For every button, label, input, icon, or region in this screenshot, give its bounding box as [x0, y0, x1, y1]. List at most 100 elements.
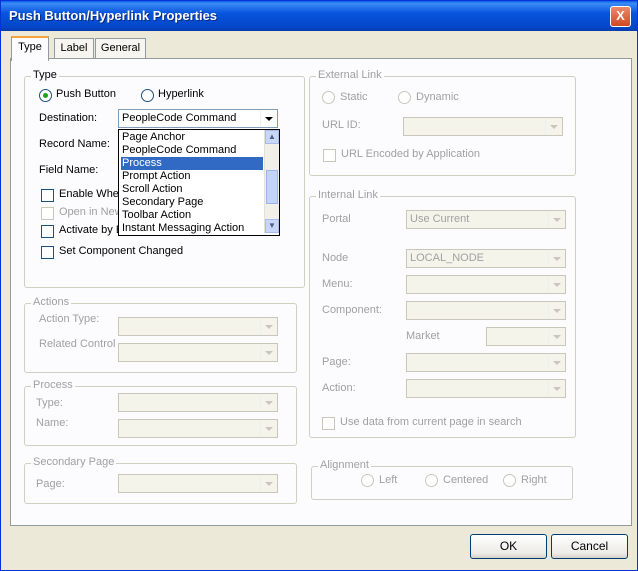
list-item-selected[interactable]: Process — [121, 157, 263, 170]
dropdown-arrow-icon — [545, 119, 561, 134]
title-bar[interactable]: Push Button/Hyperlink Properties X — [1, 1, 637, 31]
list-item[interactable]: Page Anchor — [121, 131, 263, 144]
dropdown-arrow-icon — [548, 355, 564, 370]
destination-dropdown[interactable]: PeopleCode Command — [118, 109, 278, 128]
activate-by-label: Activate by E — [59, 224, 124, 236]
static-radio — [322, 91, 335, 104]
action-label: Action: — [322, 382, 356, 394]
dropdown-arrow-icon — [548, 381, 564, 396]
process-type-label: Type: — [36, 397, 63, 409]
align-centered-label: Centered — [443, 474, 489, 486]
dynamic-label: Dynamic — [416, 91, 459, 103]
page-dropdown — [406, 353, 566, 372]
process-name-label: Name: — [36, 417, 69, 429]
internal-link-group-title: Internal Link — [316, 189, 380, 201]
market-dropdown — [486, 327, 566, 346]
component-label: Component: — [322, 304, 382, 316]
actions-group-title: Actions — [31, 296, 72, 308]
portal-label: Portal — [322, 213, 351, 225]
component-dropdown — [406, 301, 566, 320]
secondary-page-dropdown — [118, 474, 278, 493]
set-component-changed-checkbox[interactable] — [41, 246, 54, 259]
list-item[interactable]: Instant Messaging Action — [121, 222, 263, 235]
enable-when-checkbox[interactable] — [41, 189, 54, 202]
scroll-down-icon[interactable]: ▼ — [265, 219, 279, 233]
use-data-checkbox — [322, 417, 335, 430]
secondary-page-group-title: Secondary Page — [31, 456, 117, 468]
set-component-changed-label: Set Component Changed — [59, 245, 184, 257]
market-label: Market — [406, 330, 440, 342]
list-item[interactable]: Scroll Action — [121, 183, 263, 196]
page-label: Page: — [322, 356, 351, 368]
related-control-label: Related Control — [39, 338, 116, 350]
list-item[interactable]: Prompt Action — [121, 170, 263, 183]
dropdown-arrow-icon — [548, 303, 564, 318]
activate-by-checkbox[interactable] — [41, 225, 54, 238]
list-item[interactable]: Secondary Page — [121, 196, 263, 209]
process-group-title: Process — [31, 379, 75, 391]
dropdown-arrow-icon — [548, 329, 564, 344]
align-right-radio — [503, 474, 516, 487]
dropdown-arrow-icon — [260, 319, 276, 334]
node-value: LOCAL_NODE — [410, 252, 484, 264]
dropdown-arrow-icon — [260, 345, 276, 360]
dynamic-radio — [398, 91, 411, 104]
process-name-dropdown — [118, 419, 278, 438]
tab-type[interactable]: Type — [11, 36, 49, 61]
hyperlink-label: Hyperlink — [158, 88, 204, 100]
scroll-thumb[interactable] — [266, 170, 278, 204]
portal-dropdown: Use Current — [406, 210, 566, 229]
destination-value: PeopleCode Command — [122, 112, 237, 124]
window-title: Push Button/Hyperlink Properties — [9, 8, 218, 23]
alignment-group-title: Alignment — [318, 459, 371, 471]
list-scrollbar[interactable]: ▲ ▼ — [264, 130, 279, 233]
process-type-dropdown — [118, 393, 278, 412]
enable-when-label: Enable When — [59, 188, 126, 200]
menu-label: Menu: — [322, 278, 353, 290]
related-control-dropdown — [118, 343, 278, 362]
external-link-group-title: External Link — [316, 69, 384, 81]
align-left-label: Left — [379, 474, 398, 486]
scroll-up-icon[interactable]: ▲ — [265, 130, 279, 144]
cancel-button[interactable]: Cancel — [551, 534, 628, 559]
use-data-label: Use data from current page in search — [340, 416, 522, 428]
ok-button[interactable]: OK — [470, 534, 547, 559]
destination-list[interactable]: Page Anchor PeopleCode Command Process P… — [118, 129, 280, 236]
dialog-window: Push Button/Hyperlink Properties X Type … — [0, 0, 638, 571]
node-label: Node — [322, 252, 349, 264]
dropdown-arrow-icon — [260, 421, 276, 436]
radio-selected-dot — [43, 93, 48, 98]
url-encoded-label: URL Encoded by Application — [341, 148, 481, 160]
portal-value: Use Current — [410, 213, 470, 225]
dropdown-arrow-icon — [260, 476, 276, 491]
menu-dropdown — [406, 275, 566, 294]
action-type-label: Action Type: — [39, 313, 100, 325]
list-item[interactable]: Toolbar Action — [121, 209, 263, 222]
url-id-label: URL ID: — [322, 119, 361, 131]
open-in-new-label: Open in New — [59, 206, 123, 218]
node-dropdown: LOCAL_NODE — [406, 249, 566, 268]
action-type-dropdown — [118, 317, 278, 336]
hyperlink-radio[interactable] — [141, 89, 154, 102]
tab-label[interactable]: Label — [54, 38, 94, 59]
dropdown-arrow-icon — [548, 212, 564, 227]
dropdown-arrow-icon — [260, 395, 276, 410]
type-group-title: Type — [31, 69, 59, 81]
field-name-label: Field Name: — [39, 164, 99, 176]
tab-general[interactable]: General — [95, 38, 146, 59]
push-button-radio[interactable] — [39, 89, 52, 102]
url-encoded-checkbox — [323, 149, 336, 162]
dropdown-arrow-icon — [548, 251, 564, 266]
destination-label: Destination: — [39, 112, 98, 124]
url-id-dropdown — [403, 117, 563, 136]
secondary-page-label: Page: — [36, 478, 65, 490]
static-label: Static — [340, 91, 368, 103]
dropdown-arrow-icon[interactable] — [260, 111, 276, 126]
open-in-new-checkbox — [41, 207, 54, 220]
action-dropdown — [406, 379, 566, 398]
push-button-label: Push Button — [56, 88, 116, 100]
align-right-label: Right — [521, 474, 547, 486]
list-item[interactable]: PeopleCode Command — [121, 144, 263, 157]
record-name-label: Record Name: — [39, 138, 110, 150]
close-button[interactable]: X — [610, 6, 631, 27]
